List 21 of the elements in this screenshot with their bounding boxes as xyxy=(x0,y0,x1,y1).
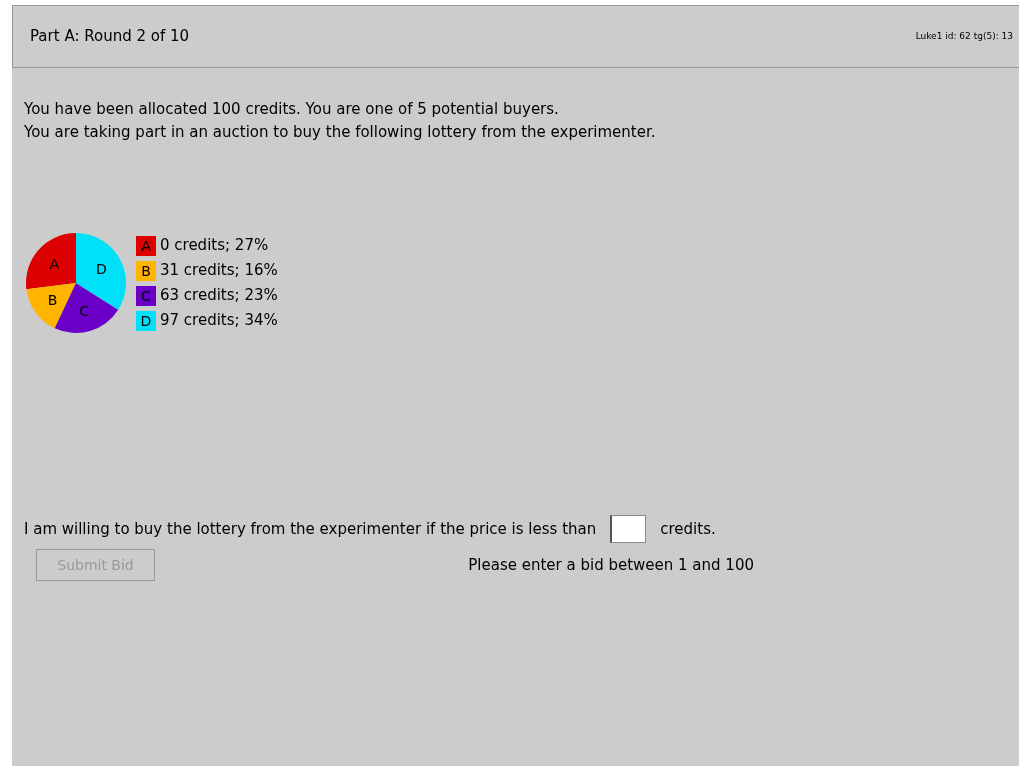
credits-label: credits. xyxy=(660,518,716,540)
intro-text: You are taking part in an auction to buy the following lottery from the experimenter. xyxy=(24,122,656,143)
legend-swatch: B xyxy=(136,260,156,281)
slice-label: D xyxy=(96,261,107,278)
slice-label: A xyxy=(49,255,60,272)
round-title: Part A: Round 2 of 10 xyxy=(30,26,190,48)
bid-prompt: I am willing to buy the lottery from the experimenter if the price is less than xyxy=(24,518,597,540)
legend-label: 97 credits; 34% xyxy=(160,310,278,332)
bid-input[interactable] xyxy=(610,515,647,543)
slice-label: B xyxy=(47,292,58,309)
legend-label: 0 credits; 27% xyxy=(160,235,269,257)
legend-label: 63 credits; 23% xyxy=(160,285,278,307)
pie-slice xyxy=(26,233,76,290)
legend-label: 31 credits; 16% xyxy=(160,260,278,282)
legend-swatch: C xyxy=(136,285,156,306)
intro-text: You have been allocated 100 credits. You are one of 5 potential buyers. xyxy=(24,99,559,120)
bid-message: Please enter a bid between 1 and 100 xyxy=(468,554,754,576)
legend-swatch: D xyxy=(136,310,156,331)
slice-label: C xyxy=(79,302,89,319)
participant-info: Luke1 id: 62 tg(5): 13 xyxy=(915,29,1013,43)
legend-swatch: A xyxy=(136,235,156,256)
